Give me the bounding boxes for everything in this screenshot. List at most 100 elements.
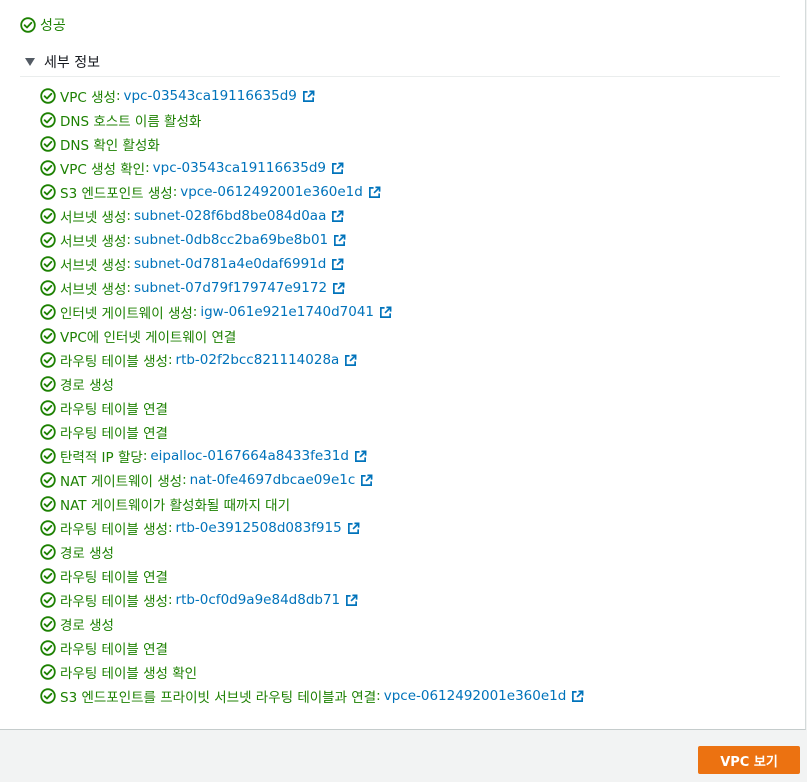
step-label: 라우팅 테이블 연결	[60, 570, 168, 586]
view-vpc-button[interactable]: VPC 보기	[698, 746, 800, 774]
step-label: VPC에 인터넷 게이트웨이 연결	[60, 330, 237, 346]
caret-down-icon	[25, 58, 35, 66]
resource-id: rtb-02f2bcc821114028a	[175, 352, 340, 368]
resource-link[interactable]: subnet-0db8cc2ba69be8b01	[134, 232, 346, 248]
step-item: 인터넷 게이트웨이 생성: igw-061e921e1740d7041	[40, 300, 584, 324]
step-label: 경로 생성	[60, 546, 114, 562]
step-item: S3 엔드포인트 생성: vpce-0612492001e360e1d	[40, 180, 584, 204]
step-separator: :	[126, 208, 131, 224]
external-link-icon	[332, 162, 344, 174]
check-circle-icon	[40, 232, 56, 248]
status-text: 성공	[40, 18, 66, 34]
step-item: 라우팅 테이블 연결	[40, 396, 584, 420]
status-indicator: 성공	[20, 15, 66, 35]
step-separator: :	[145, 160, 150, 176]
resource-link[interactable]: vpce-0612492001e360e1d	[180, 184, 381, 200]
step-label: VPC 생성	[60, 90, 116, 106]
resource-id: vpc-03543ca19116635d9	[152, 160, 327, 176]
check-circle-icon	[40, 376, 56, 392]
external-link-icon	[302, 90, 315, 102]
resource-link[interactable]: subnet-0d781a4e0daf6991d	[134, 256, 344, 272]
step-label: 라우팅 테이블 연결	[60, 642, 168, 658]
details-toggle[interactable]: 세부 정보	[20, 50, 780, 77]
resource-link[interactable]: rtb-0cf0d9a9e84d8db71	[176, 592, 359, 608]
details-section: 세부 정보	[20, 50, 780, 77]
resource-link[interactable]: subnet-028f6bd8be084d0aa	[134, 208, 344, 224]
resource-link[interactable]: rtb-0e3912508d083f915	[176, 520, 360, 536]
step-separator: :	[167, 520, 173, 536]
step-item: 경로 생성	[40, 612, 584, 636]
check-circle-icon	[20, 17, 36, 33]
step-item: 경로 생성	[40, 540, 584, 564]
step-separator: :	[115, 88, 121, 104]
external-link-icon	[345, 354, 357, 366]
external-link-icon	[346, 594, 358, 606]
resource-link[interactable]: nat-0fe4697dbcae09e1c	[190, 472, 374, 488]
resource-link[interactable]: subnet-07d79f179747e9172	[134, 280, 345, 296]
step-label: 라우팅 테이블 생성	[60, 522, 168, 538]
check-circle-icon	[40, 88, 56, 104]
steps-list: VPC 생성: vpc-03543ca19116635d9 DNS 호스트 이름 활…	[40, 84, 584, 708]
step-item: 라우팅 테이블 연결	[40, 420, 584, 444]
resource-id: subnet-07d79f179747e9172	[133, 280, 328, 296]
step-item: 서브넷 생성: subnet-07d79f179747e9172	[40, 276, 584, 300]
step-separator: :	[167, 592, 173, 608]
resource-id: nat-0fe4697dbcae09e1c	[189, 472, 356, 488]
resource-link[interactable]: vpc-03543ca19116635d9	[124, 88, 315, 104]
resource-link[interactable]: vpc-03543ca19116635d9	[153, 160, 344, 176]
resource-id: subnet-0d781a4e0daf6991d	[133, 256, 327, 272]
step-label: 경로 생성	[60, 618, 114, 634]
resource-link[interactable]: eipalloc-0167664a8433fe31d	[150, 448, 367, 464]
resource-link[interactable]: rtb-02f2bcc821114028a	[176, 352, 358, 368]
step-item: 라우팅 테이블 생성: rtb-0e3912508d083f915	[40, 516, 584, 540]
step-label: 라우팅 테이블 연결	[60, 426, 168, 442]
check-circle-icon	[40, 640, 56, 656]
details-title: 세부 정보	[44, 55, 100, 71]
step-label: 서브넷 생성	[60, 210, 127, 226]
step-separator: :	[126, 280, 131, 296]
check-circle-icon	[40, 280, 56, 296]
check-circle-icon	[40, 400, 56, 416]
resource-id: eipalloc-0167664a8433fe31d	[150, 448, 349, 464]
step-label: S3 엔드포인트를 프라이빗 서브넷 라우팅 테이블과 연결	[60, 690, 377, 706]
step-separator: :	[126, 256, 131, 272]
check-circle-icon	[40, 568, 56, 584]
check-circle-icon	[40, 520, 56, 536]
check-circle-icon	[40, 592, 56, 608]
step-label: NAT 게이트웨이 생성	[60, 474, 183, 490]
step-label: S3 엔드포인트 생성	[60, 186, 173, 202]
step-label: 경로 생성	[60, 378, 114, 394]
external-link-icon	[380, 306, 392, 318]
step-separator: :	[126, 232, 131, 248]
step-item: 라우팅 테이블 생성 확인	[40, 660, 584, 684]
external-link-icon	[334, 234, 346, 246]
step-label: 서브넷 생성	[60, 258, 127, 274]
resource-id: rtb-0cf0d9a9e84d8db71	[175, 592, 341, 608]
resource-link[interactable]: igw-061e921e1740d7041	[200, 304, 392, 320]
external-link-icon	[361, 474, 373, 486]
step-item: NAT 게이트웨이가 활성화될 때까지 대기	[40, 492, 584, 516]
step-item: 서브넷 생성: subnet-0d781a4e0daf6991d	[40, 252, 584, 276]
resource-id: rtb-0e3912508d083f915	[175, 520, 342, 536]
step-label: 라우팅 테이블 생성	[60, 594, 168, 610]
step-label: 서브넷 생성	[60, 282, 127, 298]
external-link-icon	[332, 210, 344, 222]
step-label: DNS 확인 활성화	[60, 138, 160, 154]
resource-id: subnet-028f6bd8be084d0aa	[133, 208, 327, 224]
step-separator: :	[172, 184, 178, 200]
step-item: 라우팅 테이블 연결	[40, 564, 584, 588]
external-link-icon	[354, 450, 367, 462]
step-label: 라우팅 테이블 생성	[60, 354, 168, 370]
step-item: DNS 호스트 이름 활성화	[40, 108, 584, 132]
external-link-icon	[332, 258, 344, 270]
step-item: 라우팅 테이블 생성: rtb-0cf0d9a9e84d8db71	[40, 588, 584, 612]
check-circle-icon	[40, 544, 56, 560]
step-item: VPC에 인터넷 게이트웨이 연결	[40, 324, 584, 348]
step-item: S3 엔드포인트를 프라이빗 서브넷 라우팅 테이블과 연결: vpce-0612…	[40, 684, 584, 708]
resource-link[interactable]: vpce-0612492001e360e1d	[384, 688, 585, 704]
external-link-icon	[368, 186, 381, 198]
step-item: 서브넷 생성: subnet-0db8cc2ba69be8b01	[40, 228, 584, 252]
step-separator: :	[167, 352, 173, 368]
check-circle-icon	[40, 496, 56, 512]
step-item: 라우팅 테이블 생성: rtb-02f2bcc821114028a	[40, 348, 584, 372]
